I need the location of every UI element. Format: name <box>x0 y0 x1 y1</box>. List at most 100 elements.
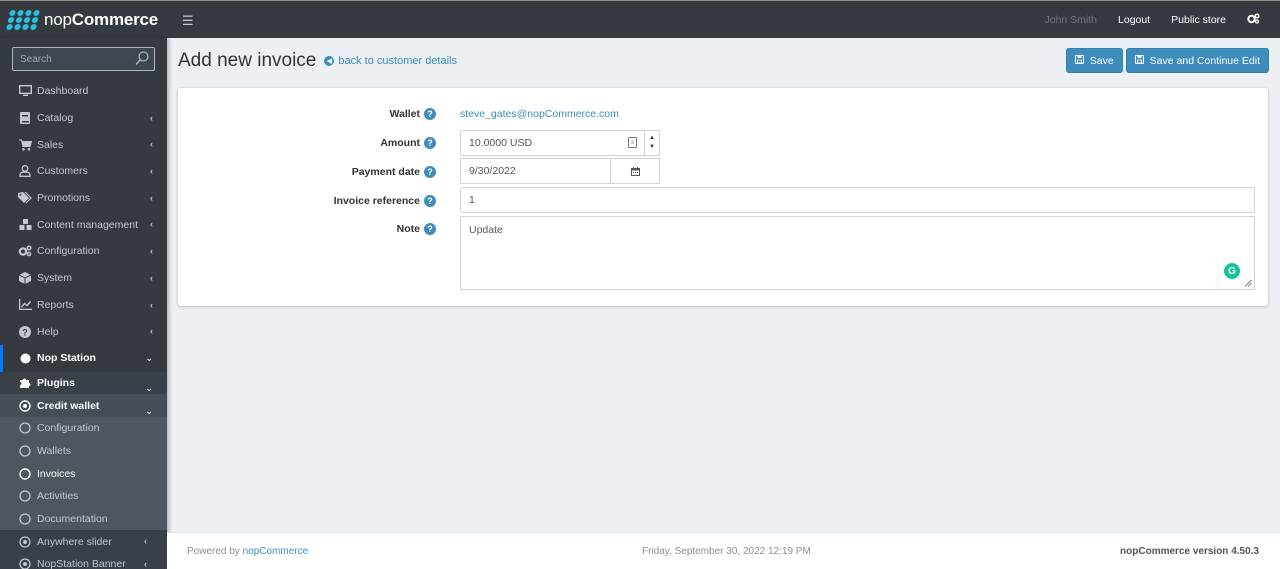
sidebar-nav: Dashboard Catalog ‹ Sales ‹ Customers ‹ … <box>0 78 167 569</box>
powered-by: Powered by nopCommerce <box>187 546 308 557</box>
sidebar-item-label: Invoices <box>37 467 76 480</box>
label-text: Amount <box>380 137 420 149</box>
user-icon <box>18 165 32 178</box>
chevron-left-icon: ‹ <box>150 272 153 283</box>
footer-version: nopCommerce version 4.50.3 <box>1120 546 1259 557</box>
sidebar-item-nop-station[interactable]: Nop Station ⌄ <box>0 344 167 372</box>
note-value: Update <box>469 224 503 236</box>
powered-by-text: Powered by <box>187 546 243 557</box>
sidebar-search <box>12 47 155 71</box>
sidebar-item-nopstation-banner[interactable]: NopStation Banner ‹ <box>0 553 167 569</box>
sidebar-item-label: Wallets <box>37 444 72 457</box>
footer: Powered by nopCommerce Friday, September… <box>167 532 1280 569</box>
help-icon[interactable]: ? <box>424 108 436 120</box>
sidebar-item-credit-wallet[interactable]: Credit wallet ⌄ <box>0 394 167 417</box>
label-text: Payment date <box>351 166 420 178</box>
public-store-link[interactable]: Public store <box>1171 14 1226 26</box>
sidebar-item-label: Dashboard <box>37 85 89 98</box>
sidebar-item-label: Customers <box>37 165 88 178</box>
dot-circle-icon <box>18 536 32 548</box>
sidebar-item-reports[interactable]: Reports ‹ <box>0 292 167 319</box>
sidebar-item-label: Credit wallet <box>37 399 100 412</box>
wallet-link[interactable]: steve_gates@nopCommerce.com <box>460 108 619 120</box>
amount-stepper[interactable]: ▲ ▼ <box>644 130 660 156</box>
sidebar-item-label: Documentation <box>37 513 108 526</box>
calendar-button[interactable] <box>610 158 660 184</box>
desktop-icon <box>18 85 32 97</box>
sidebar-item-promotions[interactable]: Promotions ‹ <box>0 185 167 212</box>
cube-icon <box>18 272 32 285</box>
sidebar-item-label: Plugins <box>37 376 75 389</box>
footer-datetime: Friday, September 30, 2022 12:19 PM <box>642 546 811 557</box>
tags-icon <box>18 192 32 204</box>
sidebar-item-label: Sales <box>37 138 64 151</box>
cart-icon <box>18 139 32 151</box>
grammarly-icon[interactable]: G <box>1224 263 1240 279</box>
invoice-reference-input[interactable]: 1 <box>460 187 1255 213</box>
payment-date-label: Payment date ? <box>352 166 436 178</box>
sidebar-item-dashboard[interactable]: Dashboard <box>0 78 167 105</box>
hamburger-icon[interactable]: ☰ <box>182 13 194 29</box>
resize-handle-icon[interactable] <box>1244 279 1252 287</box>
chevron-down-icon: ⌄ <box>145 405 153 416</box>
brand-name: nopCommerce <box>44 9 159 29</box>
calendar-icon <box>630 166 640 176</box>
increment-icon[interactable]: ▲ <box>649 134 655 143</box>
search-input[interactable] <box>13 48 128 70</box>
help-icon[interactable]: ? <box>424 137 436 149</box>
sidebar-item-help[interactable]: ? Help ‹ <box>0 318 167 345</box>
sidebar-item-label: Anywhere slider <box>37 535 112 548</box>
nopcommerce-link[interactable]: nopCommerce <box>243 546 309 557</box>
help-icon[interactable]: ? <box>424 195 436 207</box>
sidebar-item-catalog[interactable]: Catalog ‹ <box>0 105 167 132</box>
chevron-down-icon: ⌄ <box>145 383 153 394</box>
calculator-icon: ≡ <box>628 137 637 148</box>
back-to-customer-link[interactable]: ◀ back to customer details <box>324 55 457 67</box>
sidebar-item-configuration[interactable]: Configuration ‹ <box>0 238 167 265</box>
payment-date-input[interactable]: 9/30/2022 <box>460 158 660 184</box>
sidebar-item-sales[interactable]: Sales ‹ <box>0 131 167 158</box>
sidebar-item-label: NopStation Banner <box>37 558 126 569</box>
chevron-left-icon: ‹ <box>150 192 153 203</box>
help-icon[interactable]: ? <box>424 223 436 235</box>
decrement-icon[interactable]: ▼ <box>649 143 655 152</box>
note-textarea[interactable]: Update G <box>460 216 1255 290</box>
dot-circle-icon <box>18 399 32 412</box>
help-icon[interactable]: ? <box>424 166 436 178</box>
amount-label: Amount ? <box>380 137 436 149</box>
back-link-label: back to customer details <box>338 55 457 67</box>
save-button[interactable]: Save <box>1065 48 1123 73</box>
brand-logo[interactable]: nopCommerce <box>0 1 167 39</box>
arrow-circle-left-icon: ◀ <box>324 56 335 66</box>
sidebar-item-invoices[interactable]: Invoices <box>0 462 167 485</box>
sidebar-item-plugins[interactable]: Plugins ⌄ <box>0 371 167 395</box>
question-icon: ? <box>18 325 32 338</box>
sidebar-item-label: Catalog <box>37 112 74 125</box>
sidebar-item-activities[interactable]: Activities <box>0 485 167 508</box>
search-icon[interactable] <box>135 51 149 69</box>
chevron-left-icon: ‹ <box>144 536 147 547</box>
save-continue-button[interactable]: Save and Continue Edit <box>1125 48 1269 73</box>
gears-icon[interactable] <box>1247 13 1260 27</box>
sidebar-item-cw-configuration[interactable]: Configuration <box>0 416 167 440</box>
chevron-left-icon: ‹ <box>150 246 153 257</box>
sidebar-item-documentation[interactable]: Documentation <box>0 507 167 531</box>
amount-input[interactable]: 10.0000 USD ≡ ▲ ▼ <box>460 130 660 156</box>
sidebar-item-label: System <box>37 272 73 285</box>
book-icon <box>18 112 32 125</box>
sidebar-item-wallets[interactable]: Wallets <box>0 439 167 463</box>
sidebar-item-system[interactable]: System ‹ <box>0 265 167 292</box>
amount-value: 10.0000 USD <box>469 137 533 149</box>
chart-icon <box>18 299 32 311</box>
sidebar: Dashboard Catalog ‹ Sales ‹ Customers ‹ … <box>0 38 167 569</box>
current-user: John Smith <box>1044 14 1098 26</box>
sidebar-item-anywhere-slider[interactable]: Anywhere slider ‹ <box>0 530 167 554</box>
logout-link[interactable]: Logout <box>1118 14 1150 26</box>
floppy-icon <box>1074 54 1084 67</box>
sidebar-item-content-management[interactable]: Content management ‹ <box>0 211 167 238</box>
circle-outline-icon <box>18 513 32 525</box>
puzzle-icon <box>18 377 32 389</box>
cubes-icon <box>18 218 32 231</box>
sidebar-item-customers[interactable]: Customers ‹ <box>0 158 167 185</box>
circle-outline-icon <box>18 422 32 434</box>
